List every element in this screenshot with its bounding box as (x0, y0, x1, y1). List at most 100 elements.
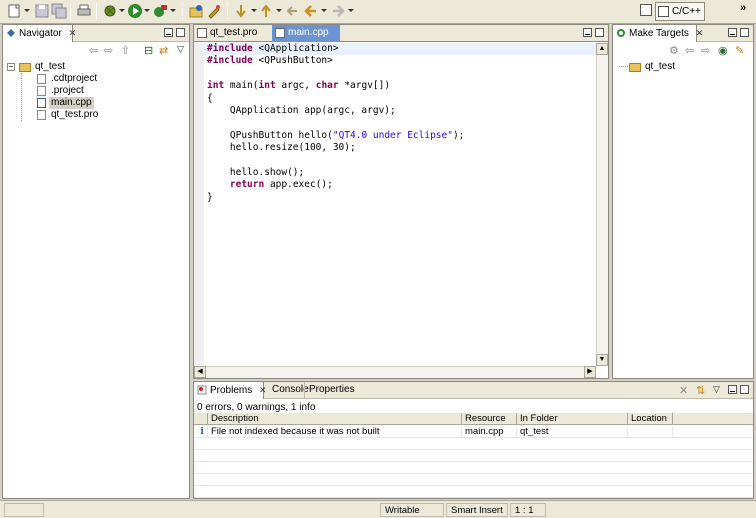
build-target-icon[interactable]: ◉ (718, 44, 728, 57)
column-header[interactable]: Description (208, 413, 462, 425)
maximize-icon[interactable] (740, 385, 749, 394)
toolbar-separator (70, 3, 71, 20)
tab-console[interactable]: Console (264, 382, 309, 399)
column-header[interactable]: Location (628, 413, 673, 425)
scroll-down-icon[interactable]: ▼ (596, 354, 608, 366)
previous-annotation-dropdown-icon[interactable] (276, 9, 282, 12)
editor-tab-qt-test-pro[interactable]: qt_test.pro (194, 25, 272, 42)
forward-icon[interactable]: ⇨ (104, 44, 113, 57)
open-type-icon[interactable] (206, 3, 222, 19)
code-line: #include <QPushButton> (204, 55, 596, 67)
code-editor[interactable]: #include <QApplication> #include <QPushB… (194, 43, 596, 366)
forward-icon[interactable] (330, 3, 346, 19)
maximize-icon[interactable] (740, 28, 749, 37)
save-icon[interactable] (34, 3, 50, 19)
run-dropdown-icon[interactable] (144, 9, 150, 12)
save-all-icon[interactable] (51, 3, 67, 19)
code-token: <QPushButton> (258, 55, 333, 67)
minimize-icon[interactable] (583, 28, 592, 37)
icon-column-header[interactable] (194, 413, 208, 425)
project-folder-icon (629, 63, 641, 72)
new-dropdown-icon[interactable] (24, 9, 30, 12)
tab-properties[interactable]: Properties (304, 382, 355, 399)
info-icon: i (194, 426, 208, 438)
project-label: qt_test (645, 61, 676, 72)
scroll-up-icon[interactable]: ▲ (596, 43, 608, 55)
minimize-icon[interactable] (728, 385, 737, 394)
collapse-all-icon[interactable]: ⊟ (144, 44, 153, 57)
tab-navigator[interactable]: Navigator ✕ (3, 25, 76, 42)
last-edit-icon[interactable] (285, 3, 301, 19)
filter-icon[interactable]: ⇅ (696, 384, 705, 397)
code-token: main( (224, 80, 259, 92)
tree-connector (21, 73, 22, 121)
chevron-more-icon[interactable]: » (740, 2, 746, 14)
column-header[interactable]: In Folder (517, 413, 628, 425)
minimize-icon[interactable] (728, 28, 737, 37)
editor-tab-main-cpp[interactable]: main.cpp ✕ (272, 25, 340, 54)
editor-horizontal-scrollbar[interactable]: ◀ ▶ (194, 366, 596, 378)
run-icon[interactable] (127, 3, 143, 19)
back-icon[interactable] (303, 3, 319, 19)
maximize-icon[interactable] (176, 28, 185, 37)
close-icon[interactable]: ✕ (69, 28, 77, 38)
table-row[interactable]: i File not indexed because it was not bu… (194, 426, 753, 438)
delete-icon[interactable]: ✕ (679, 384, 688, 397)
table-row-empty (194, 438, 753, 450)
properties-tab-label: Properties (309, 384, 355, 395)
maximize-icon[interactable] (595, 28, 604, 37)
perspective-cpp-button[interactable]: C/C++ (655, 2, 705, 21)
editor-vertical-scrollbar[interactable]: ▲ ▼ (596, 43, 608, 366)
next-annotation-dropdown-icon[interactable] (251, 9, 257, 12)
forward-icon[interactable]: ⇨ (701, 44, 710, 57)
scroll-left-icon[interactable]: ◀ (194, 366, 206, 378)
add-target-icon[interactable]: ⚙ (669, 44, 679, 57)
edit-target-icon[interactable]: ✎ (735, 44, 744, 57)
file-icon (37, 86, 46, 96)
view-menu-icon[interactable]: ▽ (177, 44, 184, 55)
view-menu-icon[interactable]: ▽ (713, 384, 720, 395)
external-tools-icon[interactable] (152, 3, 168, 19)
file-label: .project (51, 85, 84, 96)
status-fast-view[interactable] (4, 503, 44, 517)
tab-make-targets[interactable]: Make Targets ✕ (613, 25, 703, 42)
tab-problems[interactable]: Problems ✕ (194, 382, 267, 399)
link-with-editor-icon[interactable]: ⇄ (159, 44, 168, 57)
code-token: #include (207, 43, 253, 54)
make-targets-toolbar: ⚙ ⇦ ⇨ ◉ ✎ (613, 42, 753, 57)
minimize-icon[interactable] (164, 28, 173, 37)
new-project-icon[interactable] (188, 3, 204, 19)
external-tools-dropdown-icon[interactable] (170, 9, 176, 12)
problem-description: File not indexed because it was not buil… (208, 426, 462, 438)
up-icon[interactable]: ⇧ (121, 44, 130, 57)
problems-table: Description Resource In Folder Location … (194, 413, 753, 498)
next-annotation-icon[interactable] (233, 3, 249, 19)
problem-resource: main.cpp (462, 426, 517, 438)
back-icon[interactable]: ⇦ (89, 44, 98, 57)
problems-tab-label: Problems (210, 385, 253, 396)
code-token: int (207, 80, 225, 92)
print-icon[interactable] (76, 3, 92, 19)
build-dropdown-icon[interactable] (119, 9, 125, 12)
previous-annotation-icon[interactable] (258, 3, 274, 19)
code-line: hello.resize(100, 30); (207, 142, 356, 154)
forward-dropdown-icon[interactable] (348, 9, 354, 12)
problems-icon (197, 385, 207, 395)
column-header[interactable]: Resource (462, 413, 517, 425)
scroll-right-icon[interactable]: ▶ (584, 366, 596, 378)
collapse-icon[interactable]: − (7, 63, 15, 71)
back-icon[interactable]: ⇦ (685, 44, 694, 57)
close-icon[interactable]: ✕ (696, 28, 704, 38)
code-token: *argv[]) (338, 80, 391, 92)
open-perspective-icon[interactable] (640, 4, 652, 16)
new-icon[interactable] (6, 3, 22, 19)
file-icon (37, 74, 46, 84)
table-row-empty (194, 450, 753, 462)
back-dropdown-icon[interactable] (321, 9, 327, 12)
problems-view: Problems ✕ Console Properties ✕ ⇅ ▽ 0 er… (193, 381, 754, 499)
navigator-header: Navigator ✕ (3, 25, 189, 42)
build-icon[interactable] (102, 3, 118, 19)
